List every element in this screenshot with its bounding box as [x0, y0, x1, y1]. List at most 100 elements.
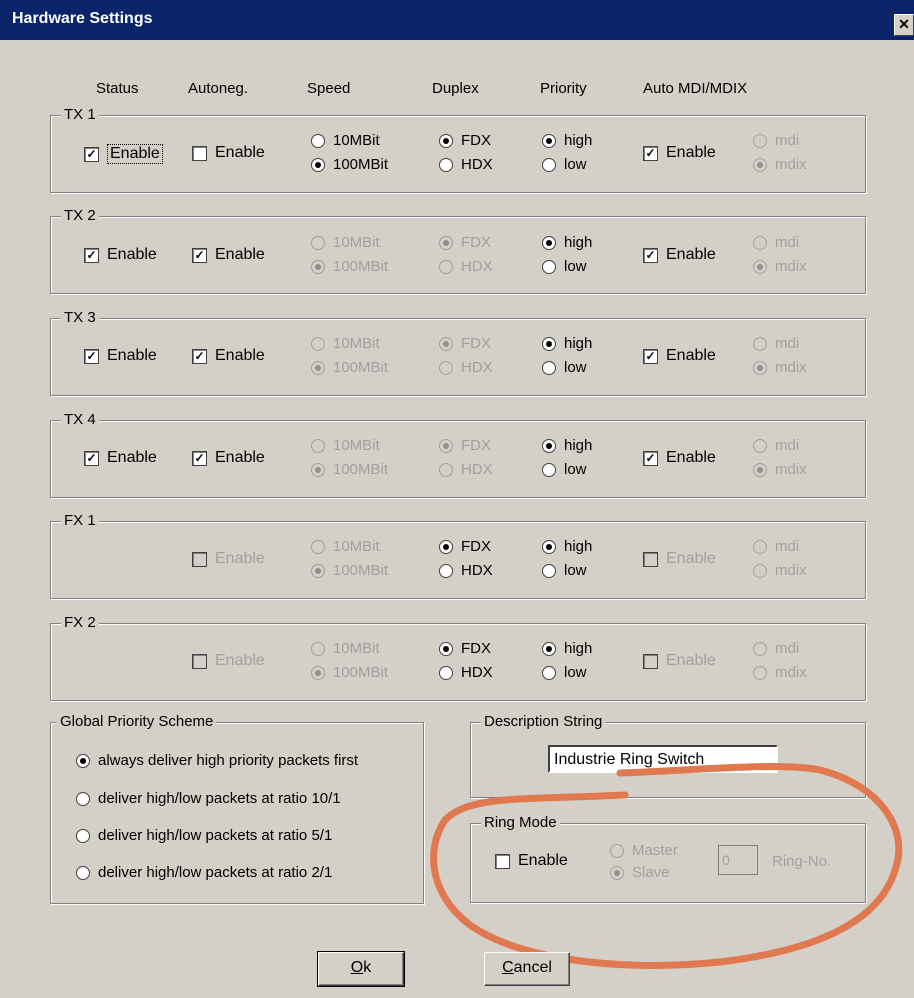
speed-10-radio: 10MBit — [311, 640, 380, 657]
port-label: TX 3 — [61, 309, 99, 327]
auto-mdi-enable-checkbox: Enable — [643, 652, 716, 670]
autoneg-enable-checkbox[interactable]: ✓ Enable — [192, 347, 265, 365]
auto-mdi-enable-checkbox[interactable]: ✓ Enable — [643, 246, 716, 264]
autoneg-enable-checkbox: Enable — [192, 652, 265, 670]
mdi-radio: mdi — [753, 234, 799, 251]
auto-mdi-enable-checkbox[interactable]: ✓ Enable — [643, 449, 716, 467]
port-label: TX 1 — [61, 106, 99, 124]
priority-low-radio[interactable]: low — [542, 258, 587, 275]
autoneg-enable-checkbox[interactable]: ✓ Enable — [192, 246, 265, 264]
priority-low-radio[interactable]: low — [542, 359, 587, 376]
autoneg-enable-checkbox[interactable]: Enable — [192, 144, 265, 162]
speed-100-radio: 100MBit — [311, 461, 388, 478]
priority-low-radio[interactable]: low — [542, 156, 587, 173]
ring-no-label: Ring-No. — [772, 853, 832, 870]
port-label: TX 4 — [61, 411, 99, 429]
mdi-radio: mdi — [753, 132, 799, 149]
fdx-radio: FDX — [439, 437, 491, 454]
priority-low-radio[interactable]: low — [542, 664, 587, 681]
priority-scheme-option[interactable]: deliver high/low packets at ratio 2/1 — [76, 864, 332, 881]
group-title: Ring Mode — [481, 814, 560, 832]
mdix-radio: mdix — [753, 156, 807, 173]
fdx-radio: FDX — [439, 234, 491, 251]
mdix-radio: mdix — [753, 461, 807, 478]
group-title: Global Priority Scheme — [57, 713, 217, 731]
priority-high-radio[interactable]: high — [542, 335, 592, 352]
col-auto-mdi: Auto MDI/MDIX — [643, 80, 748, 97]
mdi-radio: mdi — [753, 335, 799, 352]
ring-no-input: 0 — [718, 845, 758, 875]
hdx-radio[interactable]: HDX — [439, 562, 493, 579]
col-priority: Priority — [540, 80, 587, 97]
priority-high-radio[interactable]: high — [542, 538, 592, 555]
window-title: Hardware Settings — [12, 10, 153, 27]
speed-100-radio[interactable]: 100MBit — [311, 156, 388, 173]
speed-10-radio: 10MBit — [311, 437, 380, 454]
priority-scheme-option[interactable]: always deliver high priority packets fir… — [76, 752, 358, 769]
speed-10-radio: 10MBit — [311, 335, 380, 352]
priority-low-radio[interactable]: low — [542, 461, 587, 478]
port-group-tx2: TX 2 — [50, 207, 866, 294]
priority-high-radio[interactable]: high — [542, 234, 592, 251]
mdix-radio: mdix — [753, 664, 807, 681]
fdx-radio[interactable]: FDX — [439, 640, 491, 657]
speed-100-radio: 100MBit — [311, 664, 388, 681]
port-group-tx4: TX 4 — [50, 411, 866, 498]
speed-100-radio: 100MBit — [311, 258, 388, 275]
title-bar: Hardware Settings — [0, 0, 914, 40]
priority-scheme-option[interactable]: deliver high/low packets at ratio 10/1 — [76, 790, 341, 807]
priority-high-radio[interactable]: high — [542, 640, 592, 657]
master-radio: Master — [610, 842, 678, 859]
status-enable-checkbox[interactable]: ✓ Enable — [84, 246, 157, 264]
checkmark-icon: ✓ — [84, 146, 99, 162]
mdi-radio: mdi — [753, 538, 799, 555]
priority-low-radio[interactable]: low — [542, 562, 587, 579]
status-enable-checkbox[interactable]: ✓ Enable — [84, 144, 163, 164]
port-group-tx3: TX 3 — [50, 309, 866, 396]
fdx-radio[interactable]: FDX — [439, 132, 491, 149]
status-enable-checkbox[interactable]: ✓ Enable — [84, 347, 157, 365]
ok-button[interactable]: Ok — [317, 951, 405, 987]
speed-10-radio[interactable]: 10MBit — [311, 132, 380, 149]
cancel-button[interactable]: Cancel — [484, 952, 570, 986]
hdx-radio: HDX — [439, 461, 493, 478]
fdx-radio: FDX — [439, 335, 491, 352]
port-label: FX 2 — [61, 614, 99, 632]
autoneg-enable-checkbox[interactable]: ✓ Enable — [192, 449, 265, 467]
mdi-radio: mdi — [753, 437, 799, 454]
priority-high-radio[interactable]: high — [542, 437, 592, 454]
mdix-radio: mdix — [753, 258, 807, 275]
status-enable-checkbox[interactable]: ✓ Enable — [84, 449, 157, 467]
col-duplex: Duplex — [432, 80, 479, 97]
speed-10-radio: 10MBit — [311, 234, 380, 251]
port-group-fx2: FX 2 — [50, 614, 866, 701]
mdix-radio: mdix — [753, 359, 807, 376]
priority-high-radio[interactable]: high — [542, 132, 592, 149]
group-title: Description String — [481, 713, 606, 731]
auto-mdi-enable-checkbox[interactable]: ✓ Enable — [643, 144, 716, 162]
priority-scheme-option[interactable]: deliver high/low packets at ratio 5/1 — [76, 827, 332, 844]
auto-mdi-enable-checkbox[interactable]: ✓ Enable — [643, 347, 716, 365]
hdx-radio[interactable]: HDX — [439, 156, 493, 173]
autoneg-enable-checkbox: Enable — [192, 550, 265, 568]
close-icon: ✕ — [898, 16, 910, 32]
fdx-radio[interactable]: FDX — [439, 538, 491, 555]
hdx-radio[interactable]: HDX — [439, 664, 493, 681]
speed-10-radio: 10MBit — [311, 538, 380, 555]
mdi-radio: mdi — [753, 640, 799, 657]
speed-100-radio: 100MBit — [311, 359, 388, 376]
auto-mdi-enable-checkbox: Enable — [643, 550, 716, 568]
hdx-radio: HDX — [439, 258, 493, 275]
col-autoneg: Autoneg. — [188, 80, 249, 97]
port-group-tx1: TX 1 — [50, 106, 866, 193]
col-speed: Speed — [307, 80, 351, 97]
hdx-radio: HDX — [439, 359, 493, 376]
col-status: Status — [96, 80, 139, 97]
description-input[interactable]: Industrie Ring Switch — [548, 745, 778, 773]
ring-enable-checkbox[interactable]: Enable — [495, 852, 568, 870]
slave-radio: Slave — [610, 864, 670, 881]
close-button[interactable]: ✕ — [894, 14, 914, 36]
port-group-fx1: FX 1 — [50, 512, 866, 599]
port-label: TX 2 — [61, 207, 99, 225]
speed-100-radio: 100MBit — [311, 562, 388, 579]
